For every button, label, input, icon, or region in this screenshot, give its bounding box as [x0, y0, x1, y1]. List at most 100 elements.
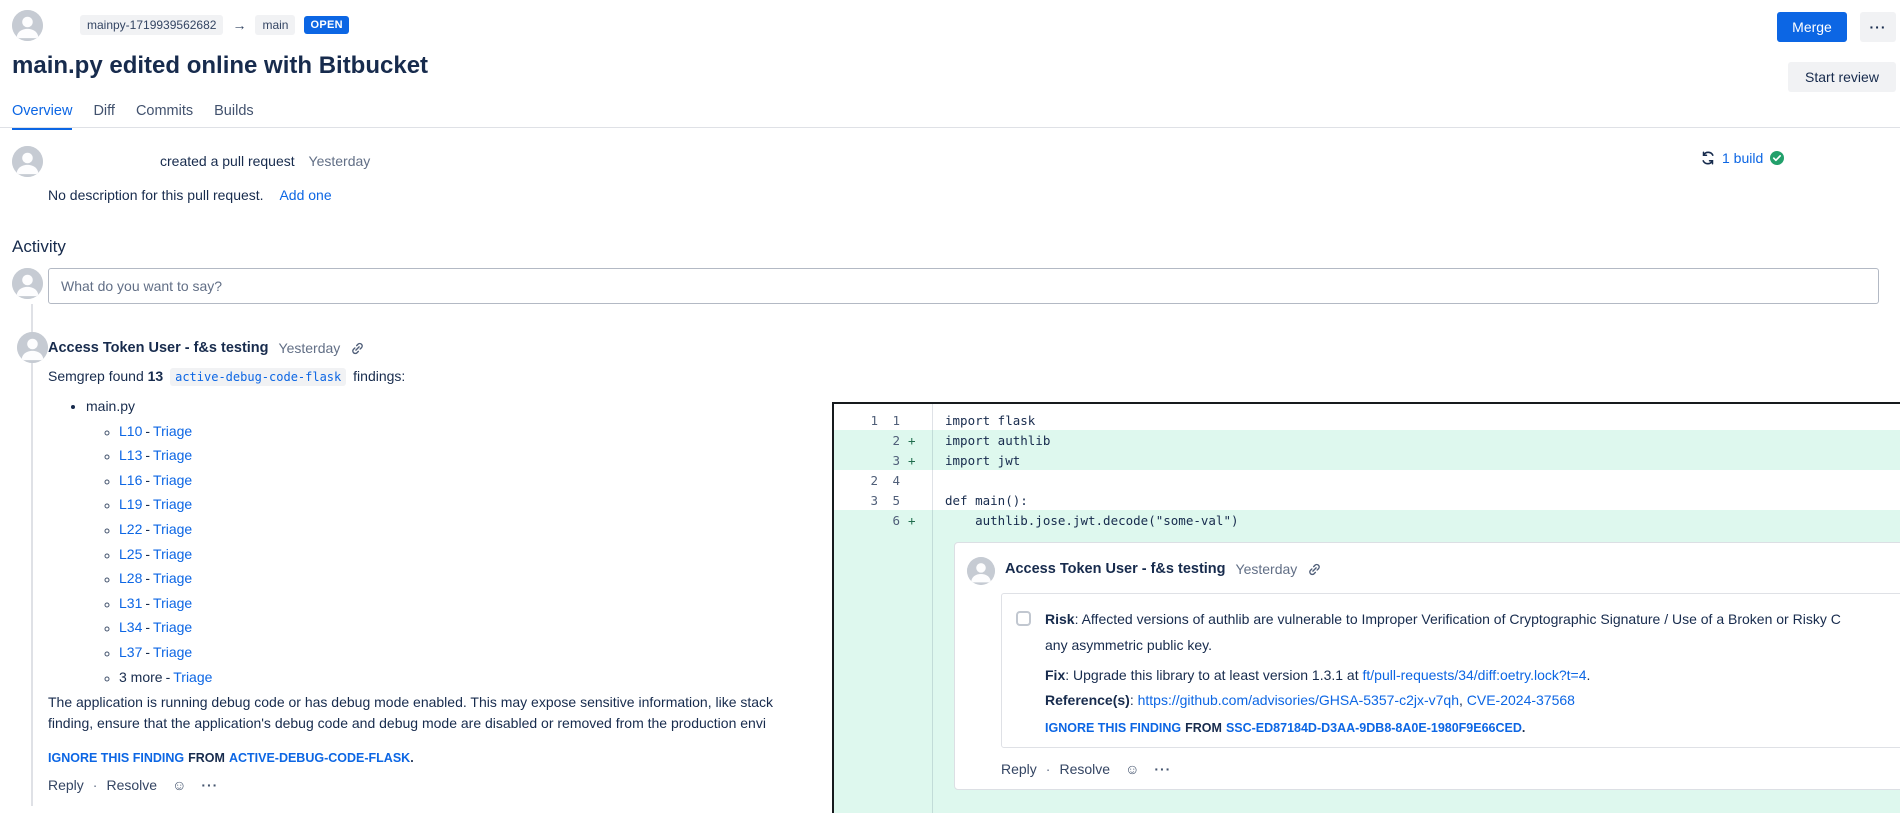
tab-diff[interactable]: Diff	[93, 103, 115, 130]
triage-link[interactable]: Triage	[173, 669, 212, 685]
code-text: import jwt	[924, 453, 1020, 468]
add-reaction-icon[interactable]: ☺	[1125, 761, 1139, 777]
divider	[0, 127, 1900, 128]
finding-item: L16-Triage	[119, 468, 212, 493]
created-time: Yesterday	[309, 153, 371, 169]
semgrep-suffix: findings:	[353, 368, 405, 384]
avatar[interactable]	[12, 10, 43, 41]
triage-link[interactable]: Triage	[153, 619, 192, 635]
add-description-link[interactable]: Add one	[279, 187, 331, 203]
finding-checkbox[interactable]	[1016, 611, 1031, 626]
finding-line-link[interactable]: L22	[119, 521, 142, 537]
start-review-button[interactable]: Start review	[1788, 62, 1896, 92]
avatar	[17, 332, 48, 363]
comment-time: Yesterday	[279, 340, 341, 356]
source-branch-chip[interactable]: mainpy-1719939562682	[80, 15, 223, 35]
new-line-number: 2	[878, 433, 900, 448]
builds-icon	[1700, 150, 1716, 166]
old-line-number: 3	[834, 493, 878, 508]
rule-link[interactable]: ACTIVE-DEBUG-CODE-FLASK	[229, 751, 410, 765]
fix-text: : Upgrade this library to at least versi…	[1065, 667, 1362, 683]
finding-line-link[interactable]: L25	[119, 546, 142, 562]
resolve-button[interactable]: Resolve	[1059, 761, 1110, 777]
tab-builds[interactable]: Builds	[214, 103, 254, 130]
triage-link[interactable]: Triage	[153, 472, 192, 488]
triage-link[interactable]: Triage	[153, 644, 192, 660]
risk-label: Risk	[1045, 611, 1075, 627]
more-findings-text: 3 more	[119, 669, 163, 685]
merge-button[interactable]: Merge	[1777, 12, 1847, 42]
ignore-finding-link[interactable]: IGNORE THIS FINDING	[48, 751, 184, 765]
diff-panel: 1 1 import flask 2 + import authlib 3 + …	[832, 402, 1900, 813]
avatar	[967, 557, 995, 585]
permalink-icon[interactable]	[1307, 562, 1322, 577]
new-line-number: 5	[878, 493, 900, 508]
findings-list: main.py L10-Triage L13-Triage L16-Triage…	[48, 394, 212, 689]
more-options-button[interactable]: ···	[1860, 12, 1896, 42]
cve-link[interactable]: CVE-2024-37568	[1467, 692, 1575, 708]
code-text: authlib.jose.jwt.decode("some-val")	[924, 513, 1239, 528]
triage-link[interactable]: Triage	[153, 595, 192, 611]
references-label: Reference(s)	[1045, 692, 1130, 708]
triage-link[interactable]: Triage	[153, 423, 192, 439]
finding-line-link[interactable]: L37	[119, 644, 142, 660]
finding-line-link[interactable]: L28	[119, 570, 142, 586]
triage-link[interactable]: Triage	[153, 496, 192, 512]
risk-text-line1: : Affected versions of authlib are vulne…	[1075, 611, 1841, 627]
finding-item: L19-Triage	[119, 492, 212, 517]
old-line-number: 2	[834, 473, 878, 488]
triage-link[interactable]: Triage	[153, 447, 192, 463]
diff-line[interactable]: 2 4	[834, 470, 1900, 490]
comment-author[interactable]: Access Token User - f&s testing	[48, 340, 269, 356]
finding-item: L28-Triage	[119, 566, 212, 591]
target-branch-chip[interactable]: main	[255, 15, 295, 35]
rule-chip[interactable]: active-debug-code-flask	[170, 368, 346, 386]
add-reaction-icon[interactable]: ☺	[172, 777, 186, 793]
diff-line[interactable]: 1 1 import flask	[834, 410, 1900, 430]
triage-link[interactable]: Triage	[153, 521, 192, 537]
finding-line-link[interactable]: L19	[119, 496, 142, 512]
resolve-button[interactable]: Resolve	[106, 777, 157, 793]
ignore-finding-link[interactable]: IGNORE THIS FINDING	[1045, 721, 1181, 735]
page-title: main.py edited online with Bitbucket	[12, 52, 428, 80]
permalink-icon[interactable]	[350, 341, 365, 356]
finding-id-link[interactable]: SSC-ED87184D-D3AA-9DB8-8A0E-1980F9E66CED	[1226, 721, 1522, 735]
comment-more-icon[interactable]: ···	[1154, 761, 1171, 777]
avatar[interactable]	[12, 146, 43, 177]
code-text: import authlib	[924, 433, 1050, 448]
fix-link[interactable]: ft/pull-requests/34/diff:oetry.lock?t=4	[1363, 667, 1587, 683]
tab-commits[interactable]: Commits	[136, 103, 193, 130]
fix-label: Fix	[1045, 667, 1065, 683]
build-success-icon	[1769, 150, 1785, 166]
build-status: 1 build	[1700, 150, 1785, 166]
new-line-number: 6	[878, 513, 900, 528]
finding-description: The application is running debug code or…	[48, 692, 773, 734]
diff-line[interactable]: 3 5 def main():	[834, 490, 1900, 510]
build-link[interactable]: 1 build	[1722, 150, 1763, 166]
finding-line-link[interactable]: L34	[119, 619, 142, 635]
description-row: No description for this pull request. Ad…	[48, 187, 332, 203]
finding-item: L37-Triage	[119, 640, 212, 665]
finding-line-link[interactable]: L13	[119, 447, 142, 463]
comment-author[interactable]: Access Token User - f&s testing	[1005, 561, 1226, 577]
no-description-text: No description for this pull request.	[48, 187, 264, 203]
new-line-number: 4	[878, 473, 900, 488]
finding-line-link[interactable]: L31	[119, 595, 142, 611]
finding-line-link[interactable]: L10	[119, 423, 142, 439]
advisory-link[interactable]: https://github.com/advisories/GHSA-5357-…	[1138, 692, 1459, 708]
triage-link[interactable]: Triage	[153, 570, 192, 586]
finding-line-link[interactable]: L16	[119, 472, 142, 488]
diff-line-added[interactable]: 3 + import jwt	[834, 450, 1900, 470]
reply-button[interactable]: Reply	[48, 777, 84, 793]
ignore-finding-row: IGNORE THIS FINDINGFROMACTIVE-DEBUG-CODE…	[48, 751, 414, 765]
comment-input[interactable]	[48, 268, 1879, 304]
reply-button[interactable]: Reply	[1001, 761, 1037, 777]
tab-overview[interactable]: Overview	[12, 103, 72, 130]
finding-item: L31-Triage	[119, 591, 212, 616]
diff-line-added[interactable]: 6 + authlib.jose.jwt.decode("some-val")	[834, 510, 1900, 530]
diff-sign: +	[900, 513, 924, 528]
triage-link[interactable]: Triage	[153, 546, 192, 562]
comment-more-icon[interactable]: ···	[201, 777, 218, 793]
diff-line-added[interactable]: 2 + import authlib	[834, 430, 1900, 450]
thread-line	[31, 304, 33, 806]
